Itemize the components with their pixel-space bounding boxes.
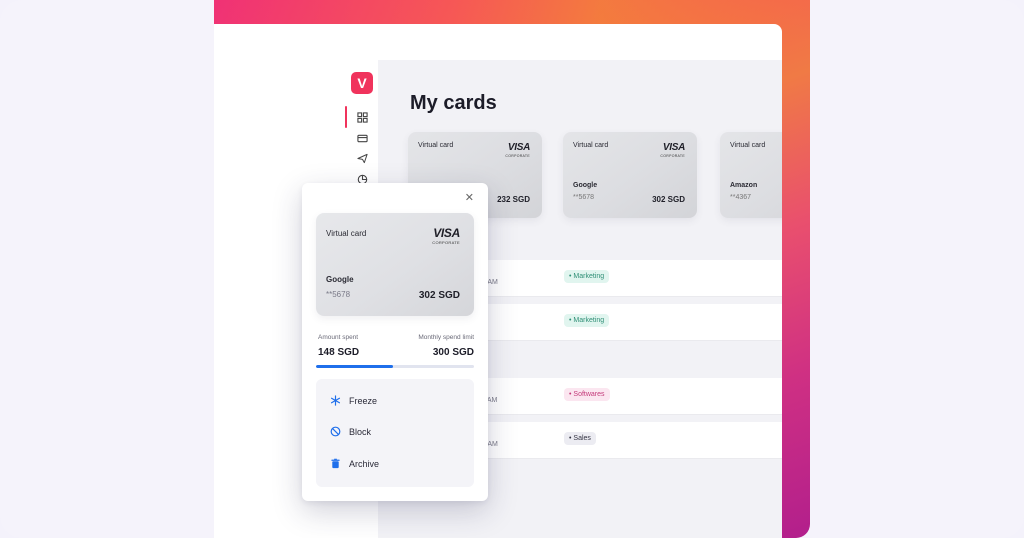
visa-logo: VISA xyxy=(507,142,530,153)
selected-card: Virtual card VISA CORPORATE Google **567… xyxy=(316,213,474,316)
amount-spent-label: Amount spent xyxy=(318,334,359,341)
visa-logo: VISA xyxy=(662,142,685,153)
card-tile[interactable]: Virtual card VISA CORPORATE Google **567… xyxy=(563,132,697,218)
amount-spent-value: 148 SGD xyxy=(318,347,360,358)
dashboard-icon[interactable] xyxy=(356,111,368,123)
block-label: Block xyxy=(349,426,372,437)
spend-progress-bar xyxy=(316,365,474,368)
category-tag: • Marketing xyxy=(564,270,610,283)
visa-logo: VISA xyxy=(433,226,460,240)
nav-active-indicator xyxy=(345,106,347,128)
card-number: **5678 xyxy=(326,290,351,299)
card-type: Virtual card xyxy=(326,229,367,238)
freeze-label: Freeze xyxy=(349,395,378,406)
card-amount: 302 SGD xyxy=(418,290,460,301)
card-details-popup: ✕ Virtual card VISA CORPORATE Google **5… xyxy=(302,183,488,501)
visa-subtitle: CORPORATE xyxy=(505,154,530,158)
spend-progress-fill xyxy=(316,365,394,368)
card-merchant: Google xyxy=(326,275,354,284)
app-window: V My cards Virtual card VISA CORPORATE 2… xyxy=(214,24,782,538)
block-icon xyxy=(330,426,341,437)
block-button[interactable]: Block xyxy=(330,426,371,437)
card-merchant: Amazon xyxy=(730,182,758,189)
visa-subtitle: CORPORATE xyxy=(660,154,685,158)
card-tile[interactable]: Virtual card Amazon **4367 xyxy=(720,132,782,218)
category-tag: • Sales xyxy=(564,432,596,445)
cards-icon[interactable] xyxy=(356,132,368,144)
card-actions: Freeze Block Archive xyxy=(316,379,474,487)
spend-limit-value: 300 SGD xyxy=(432,347,474,358)
close-icon[interactable]: ✕ xyxy=(465,191,474,204)
card-amount: 302 SGD xyxy=(652,195,685,204)
visa-subtitle: CORPORATE xyxy=(432,240,460,245)
spend-limit-label: Monthly spend limit xyxy=(418,334,474,341)
card-number: **5678 xyxy=(573,194,595,201)
app-logo[interactable]: V xyxy=(351,72,373,94)
card-number: **4367 xyxy=(730,194,752,201)
send-icon[interactable] xyxy=(356,152,368,164)
card-merchant: Google xyxy=(573,182,598,189)
card-type: Virtual card xyxy=(730,142,766,149)
snowflake-icon xyxy=(330,395,341,406)
trash-icon xyxy=(331,458,340,469)
archive-label: Archive xyxy=(349,458,380,469)
category-tag: • Softwares xyxy=(564,388,610,401)
freeze-button[interactable]: Freeze xyxy=(330,395,377,406)
page-title: My cards xyxy=(410,92,497,114)
card-amount: 232 SGD xyxy=(497,195,530,204)
category-tag: • Marketing xyxy=(564,314,610,327)
archive-button[interactable]: Archive xyxy=(330,458,379,469)
